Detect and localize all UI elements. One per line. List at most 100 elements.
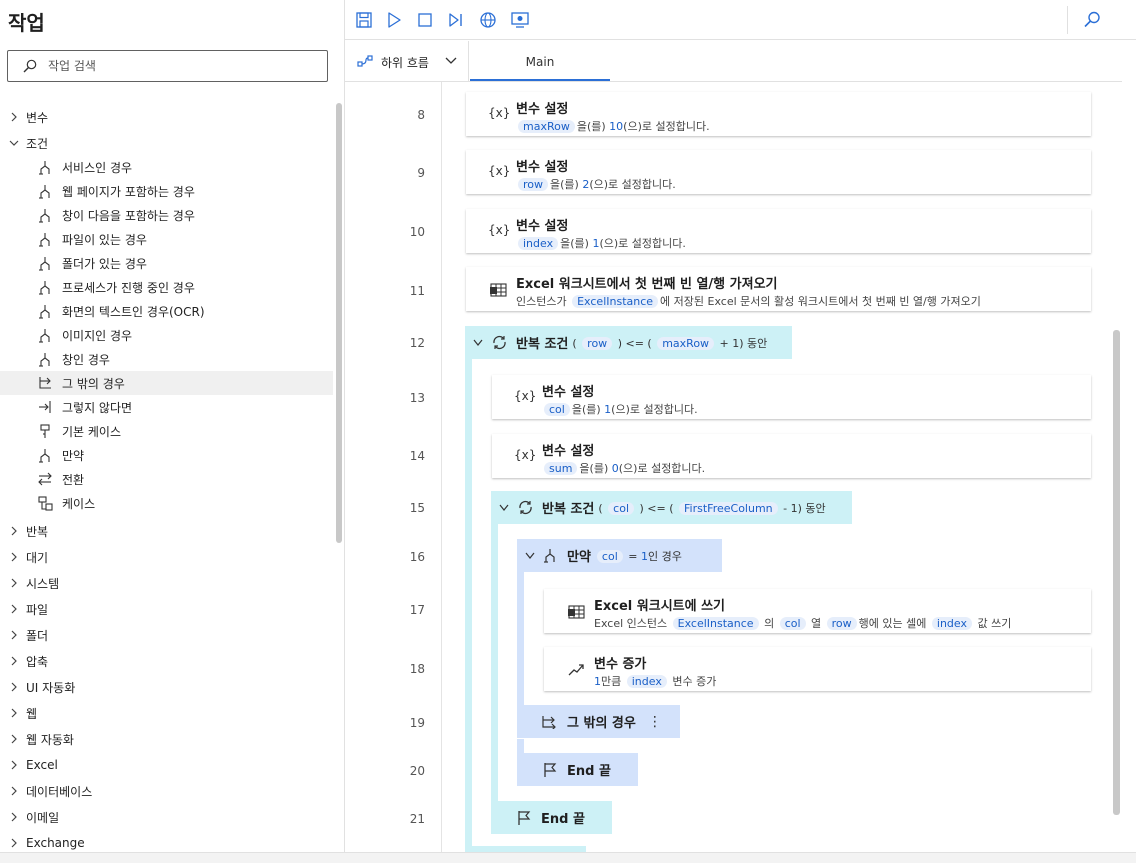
actions-pane-title: 작업 (8, 11, 45, 35)
loop-icon (519, 500, 532, 515)
line-number: 11 (409, 284, 425, 298)
block-title: End 끝 (541, 812, 585, 827)
variable-token[interactable]: sum (544, 462, 578, 475)
if-icon (39, 305, 50, 319)
actions-pane-scrollbar[interactable] (336, 103, 342, 543)
action-item-12[interactable]: 만약 (0, 443, 333, 467)
end-loop-block[interactable]: End 끝 (491, 801, 612, 834)
action-title: 변수 설정 (516, 219, 569, 234)
loop-condition-header-outer[interactable]: 반복 조건 ( row ) <= ( maxRow + 1) 동안 (465, 326, 792, 359)
category-1[interactable]: 조건 (0, 131, 333, 155)
action-item-label: 프로세스가 진행 중인 경우 (62, 280, 195, 295)
category-bottom-8[interactable]: 웹 자동화 (0, 727, 333, 751)
line-number: 20 (409, 764, 425, 778)
action-item-11[interactable]: 기본 케이스 (0, 419, 333, 443)
action-item-0[interactable]: 서비스인 경우 (0, 155, 333, 179)
tab-main[interactable]: Main (470, 41, 610, 81)
chevron-right-icon (11, 708, 17, 718)
variable-token[interactable]: col (544, 403, 570, 416)
if-block-else-body (517, 739, 524, 753)
action-search-input[interactable] (48, 55, 318, 77)
action-title: Excel 워크시트에 쓰기 (594, 599, 726, 614)
action-description: index 을(를) 1(으)로 설정합니다. (516, 235, 686, 251)
chevron-down-icon[interactable] (473, 339, 483, 347)
action-set-variable-8[interactable]: {x} 변수 설정 maxRow 을(를) 10(으)로 설정합니다. (466, 92, 1091, 136)
variable-token[interactable]: row (518, 178, 549, 191)
web-recorder-icon[interactable] (477, 9, 499, 31)
variable-token[interactable]: row (826, 617, 857, 630)
action-item-5[interactable]: 프로세스가 진행 중인 경우 (0, 275, 333, 299)
action-set-variable-13[interactable]: {x} 변수 설정 col 을(를) 1(으)로 설정합니다. (492, 375, 1091, 419)
chevron-down-icon[interactable] (525, 552, 535, 560)
action-item-10[interactable]: 그렇지 않다면 (0, 395, 333, 419)
category-bottom-6[interactable]: UI 자동화 (0, 675, 333, 699)
desktop-recorder-icon[interactable] (509, 9, 531, 31)
category-bottom-5[interactable]: 압축 (0, 649, 333, 673)
category-bottom-2[interactable]: 시스템 (0, 571, 333, 595)
if-condition-header[interactable]: 만약 col = 1인 경우 (517, 539, 722, 572)
variable-token[interactable]: row (582, 336, 613, 350)
action-set-variable-9[interactable]: {x} 변수 설정 row 을(를) 2(으)로 설정합니다. (466, 150, 1091, 194)
variable-token[interactable]: ExcelInstance (572, 295, 659, 308)
variable-token[interactable]: col (779, 617, 806, 630)
action-increase-variable[interactable]: 변수 증가 1만큼 index 변수 증가 (544, 647, 1091, 691)
save-icon[interactable] (353, 9, 375, 31)
category-bottom-10[interactable]: 데이터베이스 (0, 779, 333, 803)
chevron-right-icon (11, 630, 17, 640)
end-if-block[interactable]: End 끝 (517, 753, 638, 786)
category-bottom-3[interactable]: 파일 (0, 597, 333, 621)
action-search-box[interactable] (7, 50, 328, 82)
variable-token[interactable]: col (608, 501, 635, 515)
variable-token[interactable]: index (931, 617, 972, 630)
action-item-6[interactable]: 화면의 텍스트인 경우(OCR) (0, 299, 333, 323)
variable-token[interactable]: ExcelInstance (672, 617, 759, 630)
action-item-4[interactable]: 폴더가 있는 경우 (0, 251, 333, 275)
action-set-variable-14[interactable]: {x} 변수 설정 sum 을(를) 0(으)로 설정합니다. (492, 434, 1091, 478)
chevron-down-icon[interactable] (499, 504, 509, 512)
else-icon (39, 377, 51, 389)
category-bottom-1[interactable]: 대기 (0, 545, 333, 569)
action-item-label: 폴더가 있는 경우 (62, 256, 147, 271)
search-icon[interactable] (1081, 9, 1103, 31)
action-set-variable-10[interactable]: {x} 변수 설정 index 을(를) 1(으)로 설정합니다. (466, 209, 1091, 253)
run-icon[interactable] (383, 9, 405, 31)
chevron-right-icon (11, 786, 17, 796)
line-number: 13 (409, 391, 425, 405)
variable-token[interactable]: index (518, 237, 559, 250)
variable-token[interactable]: col (596, 549, 623, 563)
action-write-to-excel[interactable]: Excel 워크시트에 쓰기 Excel 인스턴스 ExcelInstance … (544, 589, 1091, 633)
action-item-2[interactable]: 창이 다음을 포함하는 경우 (0, 203, 333, 227)
action-item-8[interactable]: 창인 경우 (0, 347, 333, 371)
category-bottom-9[interactable]: Excel (0, 753, 333, 777)
category-label: Excel (26, 758, 58, 772)
action-item-14[interactable]: 케이스 (0, 491, 333, 515)
loop-condition-header-inner[interactable]: 반복 조건 ( col ) <= ( FirstFreeColumn - 1) … (491, 491, 852, 524)
loop-block-outer-body (465, 326, 472, 850)
action-item-1[interactable]: 웹 페이지가 포함하는 경우 (0, 179, 333, 203)
action-item-3[interactable]: 파일이 있는 경우 (0, 227, 333, 251)
category-bottom-4[interactable]: 폴더 (0, 623, 333, 647)
category-bottom-0[interactable]: 반복 (0, 519, 333, 543)
category-bottom-11[interactable]: 이메일 (0, 805, 333, 829)
action-item-13[interactable]: 전환 (0, 467, 333, 491)
chevron-right-icon (11, 112, 17, 122)
action-item-9[interactable]: 그 밖의 경우 (0, 371, 333, 395)
variable-token[interactable]: index (626, 675, 667, 688)
variable-token[interactable]: maxRow (518, 120, 575, 133)
action-get-first-free-column-row[interactable]: Excel 워크시트에서 첫 번째 빈 열/행 가져오기 인스턴스가 Excel… (466, 267, 1091, 311)
else-block-header[interactable]: 그 밖의 경우 ⋮ (517, 705, 680, 738)
action-description: sum 을(를) 0(으)로 설정합니다. (542, 460, 705, 476)
variable-token[interactable]: maxRow (657, 336, 715, 350)
subflows-dropdown[interactable]: 하위 흐름 (345, 41, 469, 81)
more-options-icon[interactable]: ⋮ (648, 714, 662, 730)
line-number: 10 (409, 225, 425, 239)
run-next-action-icon[interactable] (445, 9, 467, 31)
canvas-scrollbar[interactable] (1113, 330, 1120, 815)
action-item-label: 웹 페이지가 포함하는 경우 (62, 184, 195, 199)
variable-token[interactable]: FirstFreeColumn (679, 501, 778, 515)
category-0[interactable]: 변수 (0, 105, 333, 129)
category-bottom-7[interactable]: 웹 (0, 701, 333, 725)
stop-icon[interactable] (414, 9, 436, 31)
action-item-7[interactable]: 이미지인 경우 (0, 323, 333, 347)
subflows-label: 하위 흐름 (381, 56, 429, 70)
